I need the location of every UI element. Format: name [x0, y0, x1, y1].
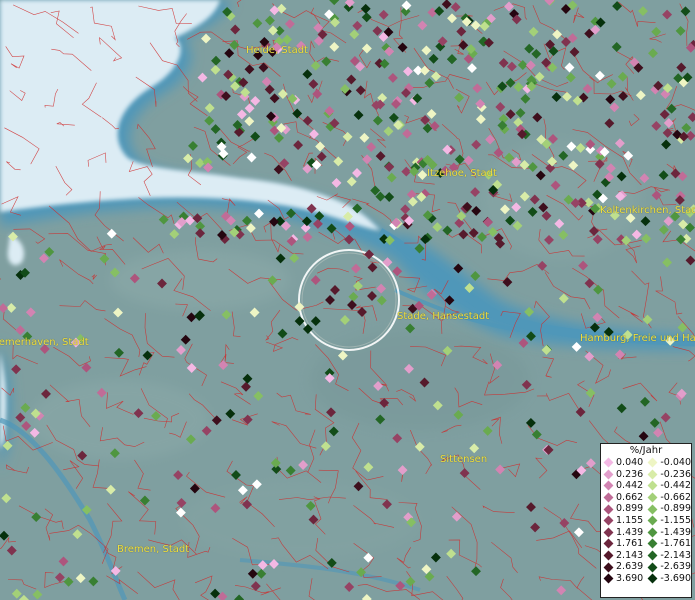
map-legend: %/Jahr 0.040 -0.040 0.236 -0.236 0.442 -0.442…	[600, 443, 692, 598]
map-view[interactable]: Heide, Stadt Itzehoe, Stadt Kaltenkirche…	[0, 0, 695, 600]
legend-entry: 1.439	[601, 527, 645, 539]
legend-swatch	[647, 457, 658, 468]
legend-entry: 0.040	[601, 457, 645, 469]
legend-row: 0.899 -0.899	[601, 503, 691, 515]
legend-row: 1.155 -1.155	[601, 515, 691, 527]
legend-row: 0.662 -0.662	[601, 492, 691, 504]
legend-entry: 0.662	[601, 492, 645, 504]
legend-entry: 2.639	[601, 561, 645, 573]
legend-value: -1.155	[660, 514, 691, 526]
legend-swatch	[647, 550, 658, 561]
legend-value: 3.690	[616, 572, 644, 584]
legend-row: 3.690 -3.690	[601, 573, 691, 585]
legend-swatch	[603, 539, 614, 549]
legend-entry: -1.439	[645, 527, 691, 539]
city-label-itzehoe[interactable]: Itzehoe, Stadt	[427, 168, 497, 179]
legend-value: 1.155	[616, 514, 644, 526]
map-base	[0, 0, 695, 600]
legend-value: -0.040	[660, 457, 691, 468]
legend-value: 1.439	[616, 526, 644, 538]
legend-swatch	[603, 562, 614, 573]
legend-entry: 1.155	[601, 515, 645, 527]
legend-swatch	[647, 504, 658, 515]
legend-swatch	[603, 550, 614, 561]
city-label-kaltenkirchen[interactable]: Kaltenkirchen, Stadt	[600, 205, 695, 216]
legend-swatch	[603, 481, 614, 491]
legend-entry: 0.899	[601, 503, 645, 515]
city-label-bremerhaven[interactable]: Bremerhaven, Stadt	[0, 337, 89, 348]
legend-value: 0.662	[616, 491, 644, 503]
legend-title: %/Jahr	[629, 445, 663, 456]
legend-value: -3.690	[660, 572, 691, 584]
legend-value: -0.899	[660, 503, 691, 515]
legend-entry: -0.040	[645, 457, 691, 469]
legend-swatch	[647, 481, 658, 491]
city-label-heide[interactable]: Heide, Stadt	[246, 45, 308, 56]
city-label-stade[interactable]: Stade, Hansestadt	[397, 311, 489, 322]
legend-entry: -3.690	[645, 573, 691, 585]
city-label-sittensen[interactable]: Sittensen	[440, 454, 487, 465]
legend-value: 2.639	[616, 561, 644, 573]
legend-entry: 0.236	[601, 469, 645, 481]
legend-value: -0.442	[660, 480, 691, 492]
legend-value: 2.143	[616, 549, 644, 561]
legend-swatch	[647, 573, 658, 584]
legend-entry: 0.442	[601, 480, 645, 492]
legend-value: -1.439	[660, 526, 691, 538]
legend-value: -2.639	[660, 561, 691, 573]
legend-swatch	[647, 562, 658, 573]
legend-swatch	[647, 469, 658, 480]
legend-value: -0.236	[660, 468, 691, 480]
legend-swatch	[603, 469, 614, 480]
legend-value: 0.442	[616, 480, 644, 492]
legend-entry: -1.155	[645, 515, 691, 527]
legend-row: 2.639 -2.639	[601, 561, 691, 573]
legend-swatch	[647, 492, 658, 503]
legend-entry: -0.899	[645, 503, 691, 515]
city-label-bremen[interactable]: Bremen, Stadt	[117, 544, 189, 555]
legend-swatch	[603, 515, 614, 526]
legend-entry: 2.143	[601, 550, 645, 562]
legend-entry: -0.662	[645, 492, 691, 504]
legend-entry: 3.690	[601, 573, 645, 585]
legend-value: 0.236	[616, 468, 644, 480]
legend-entry: -1.761	[645, 538, 691, 550]
city-label-hamburg[interactable]: Hamburg, Freie und Hansestadt	[580, 333, 695, 344]
legend-swatch	[603, 492, 614, 503]
legend-row: 2.143 -2.143	[601, 550, 691, 562]
legend-entry: -0.236	[645, 469, 691, 481]
legend-swatch	[603, 573, 614, 584]
legend-row: 0.442 -0.442	[601, 480, 691, 492]
legend-value: 0.899	[616, 503, 644, 515]
legend-value: 1.761	[616, 538, 644, 550]
legend-value: -1.761	[660, 538, 691, 550]
legend-swatch	[647, 539, 658, 549]
legend-value: -2.143	[660, 549, 691, 561]
legend-swatch	[603, 527, 614, 538]
legend-entry: 1.761	[601, 538, 645, 550]
legend-value: 0.040	[616, 457, 644, 468]
legend-swatch	[647, 515, 658, 526]
legend-swatch	[603, 457, 614, 468]
legend-entry: -2.143	[645, 550, 691, 562]
legend-row: 0.236 -0.236	[601, 469, 691, 481]
legend-row: 1.439 -1.439	[601, 527, 691, 539]
legend-value: -0.662	[660, 491, 691, 503]
legend-entry: -2.639	[645, 561, 691, 573]
legend-swatch	[603, 504, 614, 515]
legend-entry: -0.442	[645, 480, 691, 492]
legend-row: 0.040 -0.040	[601, 457, 691, 469]
legend-swatch	[647, 527, 658, 538]
legend-row: 1.761 -1.761	[601, 538, 691, 550]
